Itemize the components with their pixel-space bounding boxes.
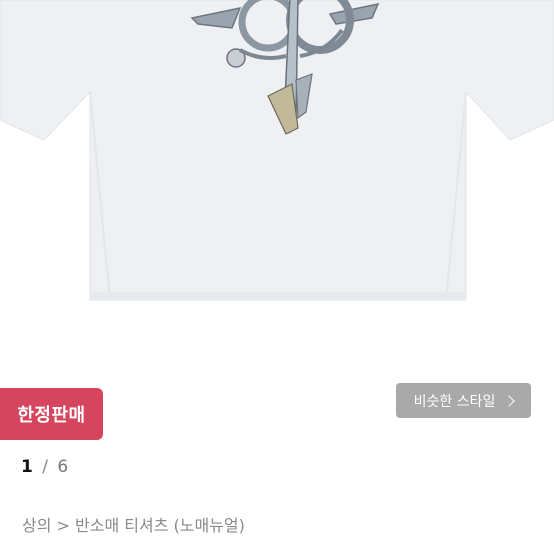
pager-separator: / bbox=[42, 457, 48, 477]
category-breadcrumb[interactable]: 상의 > 반소매 티셔츠 (노매뉴얼) bbox=[22, 512, 245, 536]
chevron-right-icon bbox=[503, 395, 516, 407]
similar-style-label: 비슷한 스타일 bbox=[413, 393, 496, 410]
tshirt-graphic bbox=[0, 0, 554, 301]
image-pager: 1 / 6 bbox=[21, 457, 68, 477]
product-image[interactable] bbox=[0, 0, 554, 340]
limited-sale-badge: 한정판매 bbox=[0, 388, 103, 440]
pager-current: 1 bbox=[21, 457, 33, 477]
pager-total: 6 bbox=[57, 457, 69, 477]
similar-style-button[interactable]: 비슷한 스타일 bbox=[396, 383, 531, 418]
limited-sale-label: 한정판매 bbox=[17, 405, 86, 426]
